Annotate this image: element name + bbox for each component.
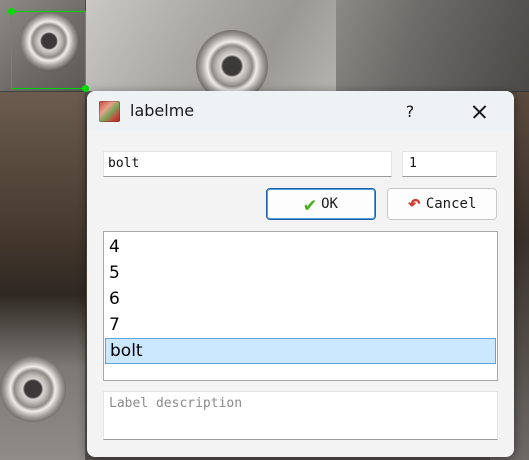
label-input[interactable]: bolt — [103, 151, 392, 177]
dialog-titlebar[interactable]: labelme ? — [87, 91, 514, 131]
ok-button[interactable]: ✔ OK — [266, 188, 376, 220]
cancel-button[interactable]: ↶ Cancel — [387, 188, 497, 220]
list-item[interactable]: 6 — [105, 286, 496, 312]
label-dialog: labelme ? bolt 1 ✔ OK ↶ Cancel 4 5 6 7 b… — [87, 91, 514, 457]
close-icon[interactable] — [463, 97, 495, 127]
list-item-selected[interactable]: bolt — [105, 338, 496, 364]
bounding-box[interactable] — [11, 11, 86, 89]
labelme-app-icon — [99, 101, 120, 122]
bolt-image — [0, 356, 66, 422]
cancel-button-label: Cancel — [425, 196, 477, 212]
check-icon: ✔ — [304, 192, 317, 216]
label-list[interactable]: 4 5 6 7 bolt — [103, 231, 498, 381]
list-item[interactable]: 7 — [105, 312, 496, 338]
bounding-box-handle[interactable] — [8, 8, 15, 15]
undo-arrow-icon: ↶ — [407, 191, 421, 216]
ok-button-label: OK — [321, 196, 338, 212]
image-tile — [336, 0, 529, 92]
list-item[interactable]: 4 — [105, 234, 496, 260]
group-id-input[interactable]: 1 — [402, 151, 497, 177]
dialog-title: labelme — [130, 101, 195, 120]
label-description-field[interactable]: Label description — [103, 391, 498, 440]
list-item[interactable]: 5 — [105, 260, 496, 286]
help-button[interactable]: ? — [395, 99, 425, 125]
